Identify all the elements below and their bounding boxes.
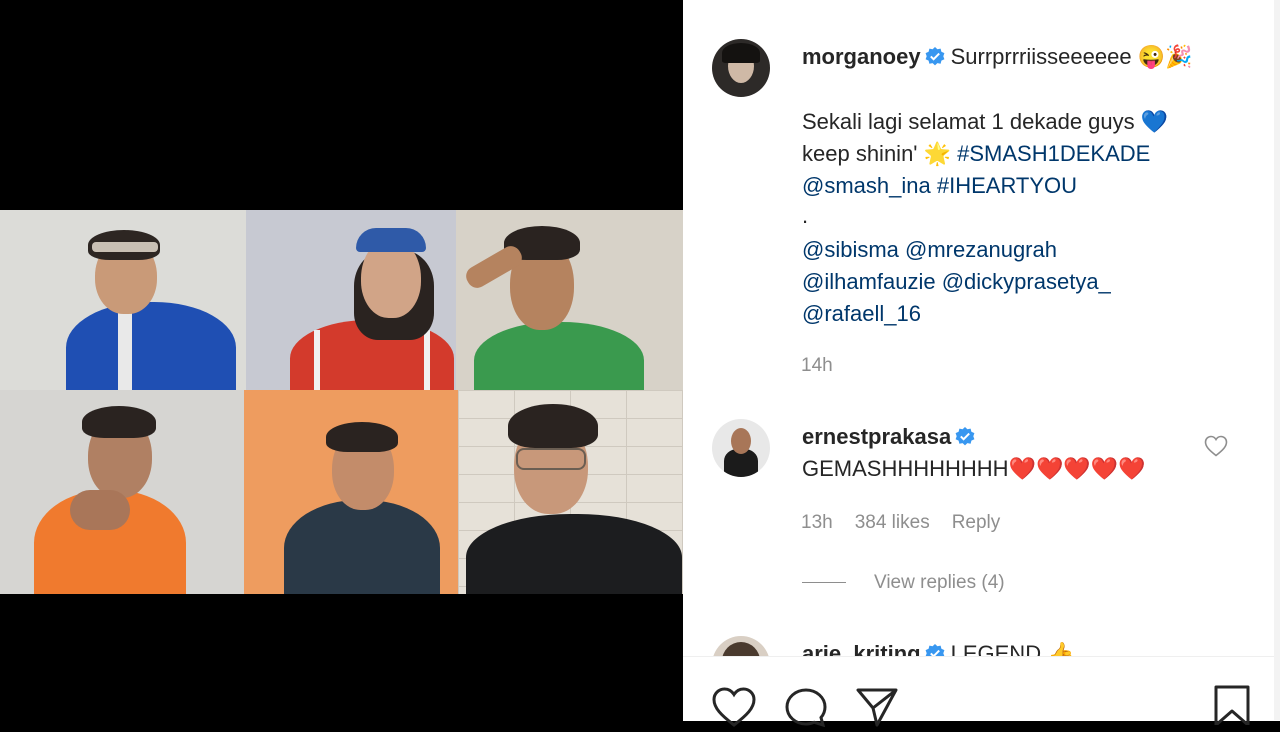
mentions-line-2[interactable]: @ilhamfauzie @dickyprasetya_ — [802, 266, 1111, 298]
comment-bubble-icon[interactable] — [784, 687, 828, 732]
comment-2-username[interactable]: arie_kriting — [802, 641, 921, 656]
comment-text: GEMASHHHHHHHH❤️❤️❤️❤️❤️ — [802, 456, 1146, 481]
mentions-line-3[interactable]: @rafaell_16 — [802, 298, 921, 330]
verified-badge-icon — [955, 424, 975, 456]
video-tile-3 — [456, 210, 683, 390]
caption-line-4: @smash_ina #IHEARTYOU — [802, 170, 1077, 202]
heart-icon[interactable] — [712, 687, 756, 732]
view-replies-button[interactable]: View replies (4) — [802, 572, 1005, 594]
comment-meta: 13h 384 likes Reply — [801, 512, 1022, 534]
view-replies-label: View replies (4) — [874, 572, 1005, 593]
caption-dot: . — [802, 203, 809, 228]
comment-reply-button[interactable]: Reply — [952, 512, 1001, 533]
caption-line-2: Sekali lagi selamat 1 dekade guys 💙 — [802, 109, 1169, 134]
video-tile-4 — [0, 390, 244, 594]
video-call-grid — [0, 210, 683, 594]
post-timestamp[interactable]: 14h — [801, 355, 833, 377]
mentions-line-1[interactable]: @sibisma @mrezanugrah — [802, 234, 1057, 266]
author-avatar[interactable] — [712, 39, 770, 97]
caption-line-3-text: keep shinin' 🌟 — [802, 141, 958, 166]
bookmark-icon[interactable] — [1212, 685, 1252, 730]
post-media[interactable] — [0, 0, 683, 720]
mention-smash-ina[interactable]: @smash_ina — [802, 173, 931, 198]
video-tile-1 — [0, 210, 246, 390]
comments-scroll-area[interactable]: morganoey Surrprrriisseeeeee 😜🎉 Sekali la… — [683, 0, 1280, 656]
post-action-bar — [683, 656, 1280, 728]
comment-2-text: LEGEND 👍 — [950, 641, 1075, 656]
video-tile-2 — [246, 210, 456, 390]
verified-badge-icon — [925, 641, 945, 656]
comment-2-row: arie_kriting LEGEND 👍 — [802, 638, 1075, 656]
video-tile-6 — [458, 390, 683, 594]
caption-line-1: Surrprrriisseeeeee 😜🎉 — [950, 44, 1193, 69]
caption-header: morganoey Surrprrriisseeeeee 😜🎉 — [802, 41, 1192, 76]
comment-time[interactable]: 13h — [801, 512, 833, 533]
post-side-panel: morganoey Surrprrriisseeeeee 😜🎉 Sekali la… — [683, 0, 1280, 728]
scrollbar[interactable] — [1274, 0, 1280, 720]
caption-line-3: keep shinin' 🌟 #SMASH1DEKADE — [802, 138, 1150, 170]
hashtag-iheartyou[interactable]: #IHEARTYOU — [937, 173, 1077, 198]
comment-username[interactable]: ernestprakasa — [802, 424, 951, 449]
divider-line — [802, 582, 846, 584]
comment-likes[interactable]: 384 likes — [855, 512, 930, 533]
comment-username-row: ernestprakasa — [802, 421, 981, 456]
comment-like-heart-icon[interactable] — [1204, 435, 1228, 462]
commenter-avatar-2[interactable] — [712, 636, 770, 656]
author-username[interactable]: morganoey — [802, 44, 921, 69]
commenter-avatar[interactable] — [712, 419, 770, 477]
video-tile-5 — [244, 390, 458, 594]
paper-plane-icon[interactable] — [855, 687, 899, 732]
verified-badge-icon — [925, 44, 945, 76]
hashtag-smash1dekade[interactable]: #SMASH1DEKADE — [957, 141, 1150, 166]
